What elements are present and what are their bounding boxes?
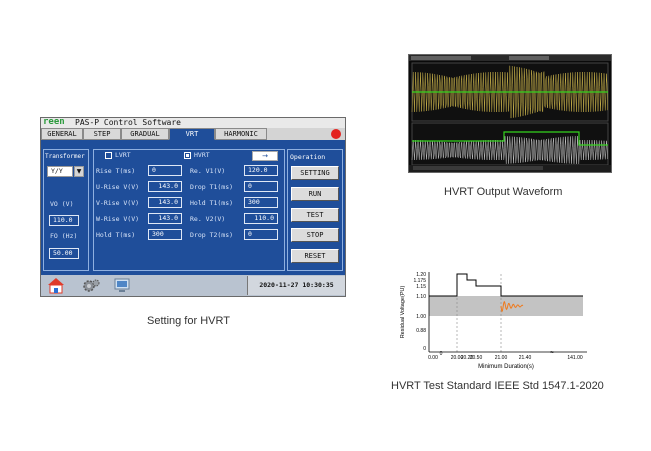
drop-t2-label: Drop T2(ms) bbox=[190, 231, 234, 239]
vo-label: VO (V) bbox=[50, 200, 74, 208]
drop-t1-label: Drop T1(ms) bbox=[190, 183, 234, 191]
y-axis-title: Residual Voltage(PU) bbox=[400, 286, 406, 339]
reset-button[interactable]: RESET bbox=[291, 249, 339, 263]
x-break-label: 0 bbox=[440, 351, 443, 357]
app-title: PAS-P Control Software bbox=[75, 118, 181, 127]
v-rise-label: V-Rise V(V) bbox=[96, 199, 140, 207]
transformer-select[interactable]: Y/Y bbox=[47, 166, 73, 177]
chart-svg: 1.201.1751.151.101.000.8800.00 20.0020.20… bbox=[400, 272, 587, 370]
tab-step[interactable]: STEP bbox=[83, 128, 121, 140]
datetime-display: 2020-11-27 10:30:35 bbox=[247, 276, 345, 295]
x-tick-label: 20.50 bbox=[470, 355, 483, 361]
monitor-icon[interactable] bbox=[113, 278, 131, 293]
tab-gradual[interactable]: GRADUAL bbox=[121, 128, 169, 140]
hvrt-checkbox[interactable] bbox=[184, 152, 191, 159]
operation-label: Operation bbox=[290, 153, 326, 161]
brand-logo: reen bbox=[43, 117, 65, 127]
oscilloscope-screenshot bbox=[408, 54, 612, 173]
re-v1-label: Re. V1(V) bbox=[190, 167, 226, 175]
w-rise-label: W-Rise V(V) bbox=[96, 215, 140, 223]
re-v1-field[interactable]: 120.0 bbox=[244, 165, 278, 176]
lvrt-checkbox[interactable] bbox=[105, 152, 112, 159]
y-tick-label: 1.00 bbox=[416, 314, 426, 320]
x-axis-title: Minimum Duration(s) bbox=[478, 364, 534, 370]
tolerance-band bbox=[429, 296, 583, 316]
arrow-right-icon[interactable]: → bbox=[252, 151, 278, 161]
gear-icon[interactable] bbox=[81, 278, 101, 293]
ieee-hvrt-chart: 1.20 1.175 1.15 1.10 1.00 0.88 0 0.00 20.00 20.20… bbox=[397, 268, 603, 373]
lvrt-label: LVRT bbox=[115, 151, 131, 159]
title-bar: reen PAS-P Control Software bbox=[41, 117, 345, 128]
hold-t-field[interactable]: 300 bbox=[148, 229, 182, 240]
rise-t-label: Rise T(ms) bbox=[96, 167, 136, 175]
x-tick-label: 21.40 bbox=[519, 355, 532, 361]
drop-t1-field[interactable]: 0 bbox=[244, 181, 278, 192]
rise-t-field[interactable]: 0 bbox=[148, 165, 182, 176]
hvrt-output-waveform bbox=[409, 55, 611, 172]
test-button[interactable]: TEST bbox=[291, 208, 339, 222]
caption-hvrt-setting: Setting for HVRT bbox=[147, 315, 230, 327]
y-tick-label: 1.15 bbox=[416, 284, 426, 290]
home-icon[interactable] bbox=[47, 277, 65, 294]
transformer-label: Transformer bbox=[45, 153, 85, 160]
vrt-parameter-panel: LVRT HVRT → Rise T(ms) 0 U-Rise V(V) 143… bbox=[93, 149, 285, 271]
x-tick-label: 0.00 bbox=[428, 355, 438, 361]
x-tick-label: 21.00 bbox=[495, 355, 508, 361]
caption-ieee-standard: HVRT Test Standard IEEE Std 1547.1-2020 bbox=[391, 380, 604, 392]
caption-hvrt-waveform: HVRT Output Waveform bbox=[444, 186, 563, 198]
v-rise-field[interactable]: 143.0 bbox=[148, 197, 182, 208]
w-rise-field[interactable]: 143.0 bbox=[148, 213, 182, 224]
fo-field[interactable]: 50.00 bbox=[49, 248, 79, 259]
tab-general[interactable]: GENERAL bbox=[41, 128, 83, 140]
y-tick-label: 1.10 bbox=[416, 294, 426, 300]
tab-harmonic[interactable]: HARMONIC bbox=[215, 128, 267, 140]
drop-t2-field[interactable]: 0 bbox=[244, 229, 278, 240]
chevron-down-icon[interactable]: ▼ bbox=[74, 166, 84, 177]
hvrt-setting-screen: reen PAS-P Control Software GENERAL STEP… bbox=[40, 117, 346, 297]
y-tick-label: 0.88 bbox=[416, 328, 426, 334]
setting-button[interactable]: SETTING bbox=[291, 166, 339, 180]
transformer-panel: Transformer Y/Y ▼ VO (V) 110.0 FO (Hz) 5… bbox=[43, 149, 89, 271]
tab-bar: GENERAL STEP GRADUAL VRT HARMONIC bbox=[41, 128, 345, 140]
u-rise-label: U-Rise V(V) bbox=[96, 183, 140, 191]
u-rise-field[interactable]: 143.0 bbox=[148, 181, 182, 192]
re-v2-label: Re. V2(V) bbox=[190, 215, 226, 223]
stop-button[interactable]: STOP bbox=[291, 228, 339, 242]
run-button[interactable]: RUN bbox=[291, 187, 339, 201]
tab-vrt[interactable]: VRT bbox=[169, 128, 215, 140]
hvrt-label: HVRT bbox=[194, 151, 210, 159]
alarm-indicator-icon bbox=[331, 129, 341, 139]
axis-break-mark: ≈ bbox=[550, 350, 554, 356]
fo-label: FO (Hz) bbox=[50, 232, 78, 240]
hold-t1-field[interactable]: 300 bbox=[244, 197, 278, 208]
vo-field[interactable]: 110.0 bbox=[49, 215, 79, 226]
y-tick-label: 0 bbox=[423, 346, 426, 352]
hold-t1-label: Hold T1(ms) bbox=[190, 199, 234, 207]
re-v2-field[interactable]: 110.0 bbox=[244, 213, 278, 224]
x-tick-label: 141.00 bbox=[567, 355, 583, 361]
hvrt-step-curve bbox=[429, 273, 583, 297]
hold-t-label: Hold T(ms) bbox=[96, 231, 136, 239]
